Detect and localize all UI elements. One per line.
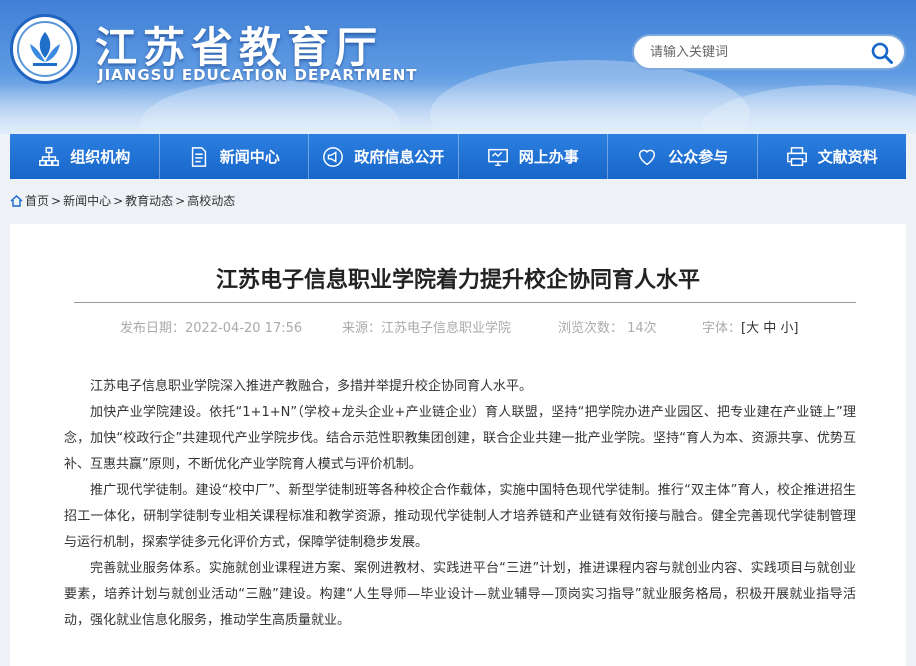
printer-icon	[786, 146, 807, 166]
search-input[interactable]	[650, 44, 860, 60]
nav-label: 组织机构	[70, 148, 131, 166]
article-paragraph: 江苏电子信息职业学院深入推进产教融合，多措并举提升校企协同育人水平。	[90, 379, 533, 394]
nav-item-documents[interactable]: 文献资料	[758, 134, 907, 179]
skyline-decoration	[0, 84, 916, 134]
breadcrumb-edu-news[interactable]: 教育动态	[125, 192, 173, 209]
article-source: 来源：江苏电子信息职业学院	[342, 321, 512, 336]
nav-item-public[interactable]: 公众参与	[608, 134, 758, 179]
document-icon	[191, 146, 206, 167]
article-paragraph: 加快产业学院建设。依托“1+1+N”（学校+龙头企业+产业链企业）育人联盟，坚持…	[64, 405, 856, 472]
heart-icon	[639, 149, 656, 165]
breadcrumb-college-news[interactable]: 高校动态	[187, 192, 235, 209]
publish-date: 发布日期：2022-04-20 17:56	[120, 321, 303, 336]
breadcrumb-news[interactable]: 新闻中心	[63, 192, 111, 209]
breadcrumb-separator: >	[175, 193, 186, 208]
site-subtitle: JIANGSU EDUCATION DEPARTMENT	[98, 66, 418, 84]
article-body: 江苏电子信息职业学院深入推进产教融合，多措并举提升校企协同育人水平。 加快产业学…	[64, 374, 856, 634]
article-meta: 发布日期：2022-04-20 17:56 来源：江苏电子信息职业学院 浏览次数…	[120, 317, 798, 336]
title-divider	[74, 302, 856, 303]
article-panel: 江苏电子信息职业学院着力提升校企协同育人水平 发布日期：2022-04-20 1…	[10, 224, 906, 666]
home-icon	[10, 194, 23, 207]
font-size-label: 字体：	[702, 321, 742, 336]
nav-item-gov-info[interactable]: 政府信息公开	[309, 134, 459, 179]
site-header: 江苏省教育厅 JIANGSU EDUCATION DEPARTMENT	[0, 0, 916, 134]
org-chart-icon	[39, 146, 60, 166]
breadcrumb: 首页 > 新闻中心 > 教育动态 > 高校动态	[10, 192, 235, 209]
nav-item-org[interactable]: 组织机构	[10, 134, 160, 179]
megaphone-icon	[323, 146, 344, 167]
article-paragraph: 推广现代学徒制。建设“校中厂”、新型学徒制班等各种校企合作载体，实施中国特色现代…	[64, 483, 856, 550]
nav-item-news[interactable]: 新闻中心	[160, 134, 309, 179]
font-size-switcher[interactable]: [大 中 小]	[741, 317, 798, 336]
article-paragraph: 完善就业服务体系。实施就创业课程进方案、案例进教材、实践进平台“三进”计划，推进…	[64, 561, 856, 628]
search-icon[interactable]	[870, 41, 894, 65]
breadcrumb-home[interactable]: 首页	[25, 192, 49, 209]
breadcrumb-separator: >	[113, 193, 124, 208]
logo-emblem-icon[interactable]	[10, 14, 80, 84]
main-nav: 组织机构 新闻中心 政府信息公开 网上办事 公众参与 文献资料	[10, 134, 906, 179]
nav-label: 网上办事	[518, 148, 579, 166]
view-count: 浏览次数： 14次	[558, 321, 657, 336]
monitor-icon	[487, 148, 508, 166]
nav-label: 公众参与	[668, 148, 729, 166]
nav-label: 政府信息公开	[354, 148, 445, 166]
nav-label: 新闻中心	[219, 148, 280, 166]
nav-item-online-service[interactable]: 网上办事	[459, 134, 608, 179]
breadcrumb-separator: >	[51, 193, 62, 208]
article-title: 江苏电子信息职业学院着力提升校企协同育人水平	[215, 268, 700, 293]
search-box	[632, 34, 906, 70]
nav-label: 文献资料	[817, 148, 878, 166]
